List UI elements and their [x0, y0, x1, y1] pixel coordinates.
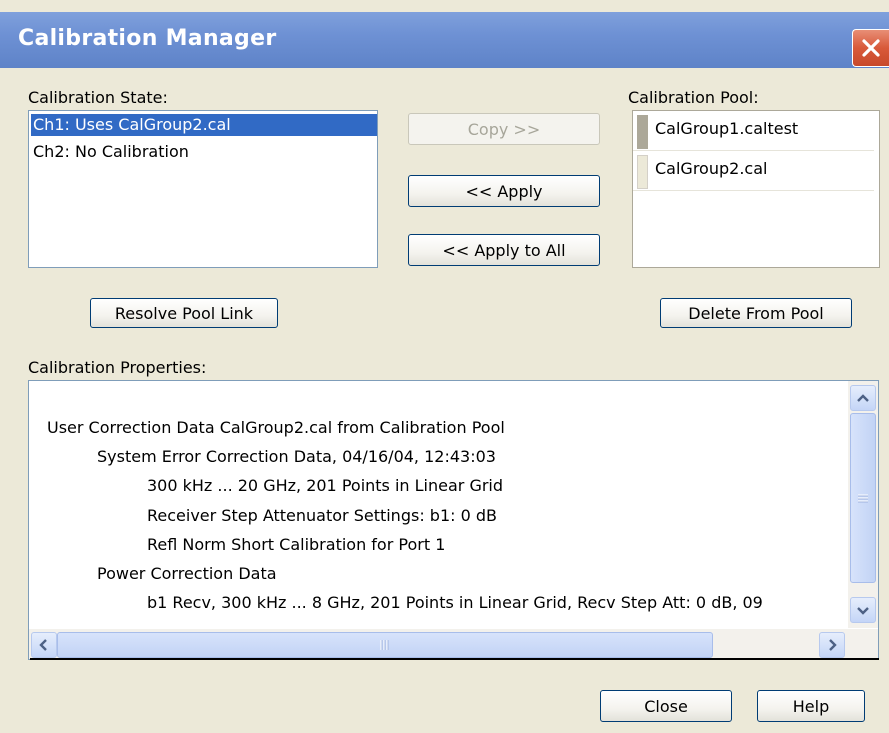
pool-item-calgroup2[interactable]: CalGroup2.cal — [633, 151, 874, 191]
list-item-ch1[interactable]: Ch1: Uses CalGroup2.cal — [31, 114, 377, 136]
calibration-properties-label: Calibration Properties: — [28, 358, 207, 377]
calibration-manager-window: Calibration Manager Calibration State: C… — [0, 0, 889, 733]
horizontal-scrollbar[interactable] — [29, 629, 878, 659]
pool-item-calgroup1[interactable]: CalGroup1.caltest — [633, 111, 874, 151]
grip-icon — [858, 494, 868, 503]
pool-row-marker — [637, 155, 648, 189]
properties-line: b1 Recv, 300 kHz ... 8 GHz, 201 Points i… — [147, 593, 763, 613]
properties-line: System Error Correction Data, 04/16/04, … — [97, 447, 496, 467]
calibration-pool-label: Calibration Pool: — [628, 88, 759, 107]
properties-text: User Correction Data CalGroup2.cal from … — [47, 413, 844, 617]
vertical-scrollbar[interactable] — [848, 381, 878, 628]
scroll-right-button[interactable] — [819, 632, 845, 658]
properties-line: Receiver Step Attenuator Settings: b1: 0… — [147, 505, 497, 525]
apply-button[interactable]: << Apply — [408, 175, 600, 207]
calibration-properties-box[interactable]: User Correction Data CalGroup2.cal from … — [28, 380, 879, 660]
scroll-up-button[interactable] — [850, 385, 876, 411]
calibration-state-list[interactable]: Ch1: Uses CalGroup2.cal Ch2: No Calibrat… — [28, 110, 378, 268]
properties-line: 300 kHz ... 20 GHz, 201 Points in Linear… — [147, 476, 504, 496]
help-button[interactable]: Help — [757, 690, 865, 722]
title-bar: Calibration Manager — [0, 12, 889, 68]
calibration-state-label: Calibration State: — [28, 88, 168, 107]
close-window-button[interactable] — [852, 29, 889, 67]
properties-line: Power Correction Data — [97, 564, 277, 584]
delete-from-pool-button[interactable]: Delete From Pool — [660, 298, 852, 328]
pool-item-label: CalGroup1.caltest — [655, 119, 799, 138]
vertical-scroll-thumb[interactable] — [850, 413, 876, 583]
pool-item-label: CalGroup2.cal — [655, 159, 768, 178]
copy-button[interactable]: Copy >> — [408, 113, 600, 145]
close-button[interactable]: Close — [600, 690, 732, 722]
scroll-left-button[interactable] — [31, 632, 57, 658]
pool-row-marker — [637, 115, 648, 149]
grip-icon — [380, 640, 389, 650]
calibration-pool-list[interactable]: CalGroup1.caltest CalGroup2.cal — [632, 110, 880, 268]
window-title: Calibration Manager — [18, 26, 277, 51]
properties-line: Refl Norm Short Calibration for Port 1 — [147, 534, 446, 554]
apply-to-all-button[interactable]: << Apply to All — [408, 234, 600, 266]
resolve-pool-link-button[interactable]: Resolve Pool Link — [90, 298, 278, 328]
list-item-ch2[interactable]: Ch2: No Calibration — [31, 141, 189, 163]
properties-bottom-border — [30, 658, 879, 660]
horizontal-scroll-thumb[interactable] — [57, 632, 713, 658]
properties-line: User Correction Data CalGroup2.cal from … — [47, 418, 505, 437]
scroll-down-button[interactable] — [850, 597, 876, 623]
